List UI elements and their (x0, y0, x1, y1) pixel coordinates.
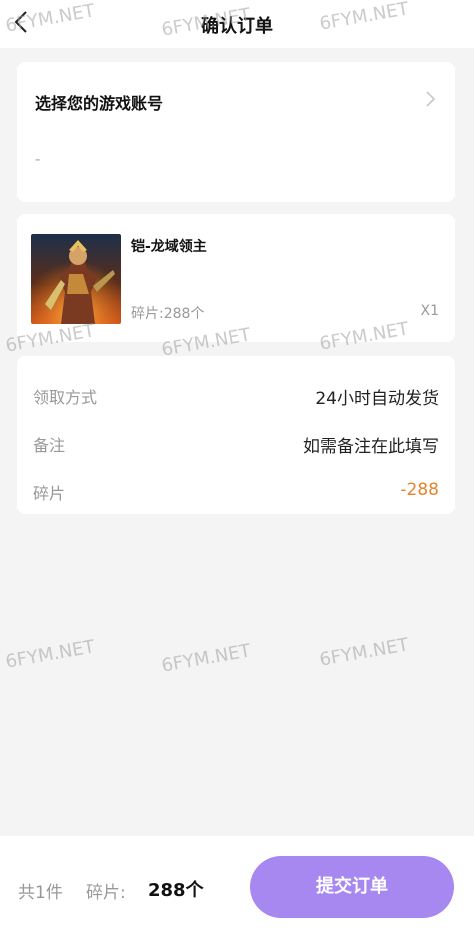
note-row: 备注 如需备注在此填写 (33, 432, 439, 457)
product-image (31, 234, 121, 324)
chevron-right-icon (426, 91, 436, 107)
note-input[interactable]: 如需备注在此填写 (303, 432, 439, 457)
delivery-method-label: 领取方式 (33, 388, 98, 407)
account-selector-title: 选择您的游戏账号 (35, 94, 164, 113)
total-label: 碎片: (86, 883, 126, 903)
product-name: 铠-龙域领主 (131, 239, 207, 255)
watermark: 6FYM.NET (318, 634, 411, 671)
delivery-method-row: 领取方式 24小时自动发货 (33, 384, 439, 409)
header: 确认订单 (0, 0, 474, 48)
product-quantity: X1 (420, 303, 440, 319)
watermark: 6FYM.NET (4, 636, 97, 673)
account-value: - (35, 150, 41, 168)
fragment-value: -288 (400, 480, 439, 500)
note-label: 备注 (33, 436, 66, 455)
product-price: 碎片:288个 (131, 306, 205, 322)
total-amount: 288个 (148, 880, 204, 901)
fragment-label: 碎片 (33, 484, 66, 503)
item-count: 共1件 (18, 883, 63, 903)
product-card: 铠-龙域领主 碎片:288个 X1 (17, 214, 455, 342)
fragment-row: 碎片 -288 (33, 480, 439, 504)
order-info-card: 领取方式 24小时自动发货 备注 如需备注在此填写 碎片 -288 (17, 356, 455, 514)
page-title: 确认订单 (201, 16, 273, 37)
delivery-method-value: 24小时自动发货 (315, 389, 439, 409)
watermark: 6FYM.NET (160, 640, 253, 677)
submit-order-button[interactable]: 提交订单 (250, 856, 454, 918)
bottom-bar: 共1件 碎片: 288个 提交订单 (0, 836, 474, 951)
game-account-selector[interactable]: 选择您的游戏账号 - (17, 62, 455, 202)
